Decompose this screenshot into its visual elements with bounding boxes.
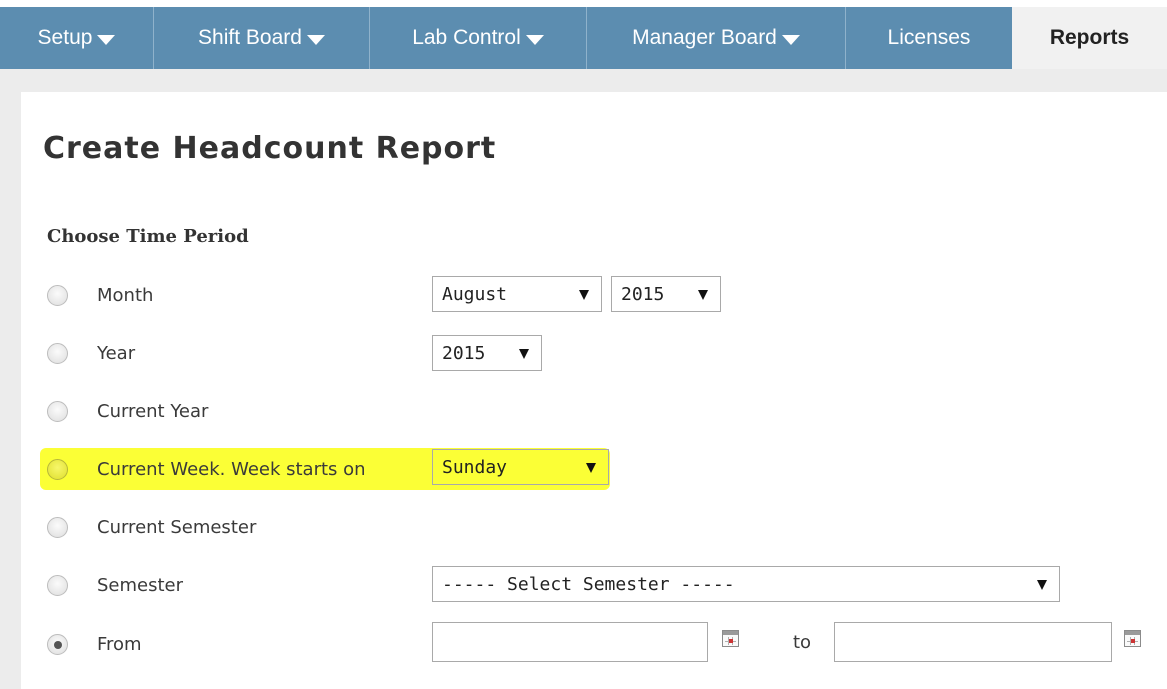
to-label: to <box>793 632 812 653</box>
calendar-icon[interactable] <box>722 630 739 647</box>
calendar-icon[interactable] <box>1124 630 1141 647</box>
top-nav: Setup Shift Board Lab Control Manager Bo… <box>0 7 1167 69</box>
semester-radio[interactable] <box>47 575 68 596</box>
from-label: From <box>97 634 142 655</box>
page-title: Create Headcount Report <box>43 131 497 166</box>
caret-down-icon <box>1037 580 1047 590</box>
section-heading: Choose Time Period <box>47 226 249 247</box>
year-radio[interactable] <box>47 343 68 364</box>
semester-select[interactable]: ----- Select Semester ----- <box>432 566 1060 602</box>
current-semester-label: Current Semester <box>97 517 257 538</box>
month-year-select-value: 2015 <box>621 283 665 305</box>
month-radio[interactable] <box>47 285 68 306</box>
caret-down-icon <box>519 349 529 359</box>
from-radio[interactable] <box>47 634 68 655</box>
tab-label: Reports <box>1049 26 1130 49</box>
current-week-label: Current Week. Week starts on <box>97 459 366 480</box>
caret-down-icon <box>586 463 596 473</box>
tab-manager-board[interactable]: Manager Board <box>586 7 845 69</box>
month-select[interactable]: August <box>432 276 602 312</box>
tab-shift-board[interactable]: Shift Board <box>153 7 369 69</box>
tab-label: Shift Board <box>198 26 302 49</box>
week-start-select-value: Sunday <box>442 456 508 478</box>
tab-setup[interactable]: Setup <box>0 7 153 69</box>
tab-label: Lab Control <box>412 26 521 49</box>
current-year-radio[interactable] <box>47 401 68 422</box>
current-year-label: Current Year <box>97 401 209 422</box>
current-semester-radio[interactable] <box>47 517 68 538</box>
tab-reports[interactable]: Reports <box>1012 7 1167 69</box>
caret-down-icon <box>698 290 708 300</box>
month-year-select[interactable]: 2015 <box>611 276 721 312</box>
caret-down-icon <box>781 34 800 45</box>
caret-down-icon <box>97 34 116 45</box>
month-select-value: August <box>442 283 508 305</box>
from-date-input[interactable] <box>432 622 708 662</box>
tab-label: Manager Board <box>632 26 777 49</box>
week-start-select[interactable]: Sunday <box>432 449 609 485</box>
caret-down-icon <box>306 34 325 45</box>
semester-select-value: ----- Select Semester ----- <box>442 573 735 595</box>
tab-licenses[interactable]: Licenses <box>845 7 1012 69</box>
tab-lab-control[interactable]: Lab Control <box>369 7 586 69</box>
caret-down-icon <box>525 34 544 45</box>
year-select[interactable]: 2015 <box>432 335 542 371</box>
tab-label: Setup <box>37 26 93 49</box>
year-select-value: 2015 <box>442 342 486 364</box>
year-label: Year <box>97 343 136 364</box>
semester-label: Semester <box>97 575 184 596</box>
current-week-radio[interactable] <box>47 459 68 480</box>
caret-down-icon <box>579 290 589 300</box>
tab-label: Licenses <box>887 26 971 49</box>
month-label: Month <box>97 285 154 306</box>
to-date-input[interactable] <box>834 622 1112 662</box>
